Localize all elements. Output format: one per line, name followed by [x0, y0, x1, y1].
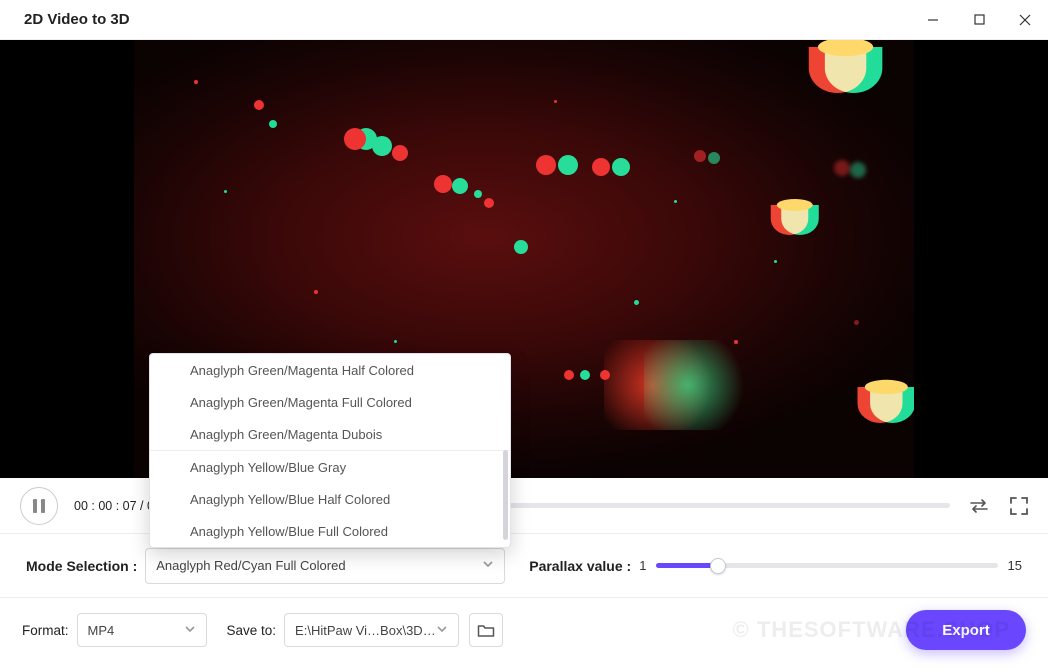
pause-button[interactable] [20, 487, 58, 525]
dropdown-scrollbar[interactable] [503, 450, 508, 540]
export-bar: Format: MP4 Save to: E:\HitPaw Vi…Box\3D… [0, 598, 1048, 662]
parallax-max: 15 [1008, 558, 1022, 573]
maximize-icon [974, 14, 985, 25]
minimize-icon [927, 14, 939, 26]
parallax-slider[interactable] [656, 563, 997, 568]
parallax-min: 1 [639, 558, 646, 573]
window-title: 2D Video to 3D [24, 11, 130, 28]
chevron-down-icon [436, 623, 448, 638]
fullscreen-button[interactable] [1008, 495, 1030, 517]
mode-option[interactable]: Anaglyph Green/Magenta Half Colored [150, 354, 510, 386]
maximize-button[interactable] [956, 0, 1002, 40]
mode-option[interactable]: Anaglyph Green/Magenta Dubois [150, 418, 510, 450]
title-bar: 2D Video to 3D [0, 0, 1048, 40]
slider-thumb[interactable] [710, 558, 726, 574]
folder-icon [477, 623, 495, 638]
app-window: 2D Video to 3D [0, 0, 1048, 669]
chevron-down-icon [184, 623, 196, 638]
format-label: Format: [22, 623, 69, 638]
close-button[interactable] [1002, 0, 1048, 40]
mode-option[interactable]: Anaglyph Yellow/Blue Full Colored [150, 515, 510, 547]
mode-dropdown-popup: Anaglyph Green/Magenta Half Colored Anag… [149, 353, 511, 548]
window-controls [910, 0, 1048, 40]
fullscreen-icon [1010, 497, 1028, 515]
open-folder-button[interactable] [469, 613, 503, 647]
parallax-label: Parallax value : [529, 558, 631, 574]
saveto-select[interactable]: E:\HitPaw Vi…Box\3D Video [284, 613, 459, 647]
compare-button[interactable] [968, 495, 990, 517]
export-button[interactable]: Export [906, 610, 1026, 650]
mode-label: Mode Selection : [26, 558, 137, 574]
swap-icon [969, 499, 989, 513]
mode-select[interactable]: Anaglyph Red/Cyan Full Colored [145, 548, 505, 584]
chevron-down-icon [482, 558, 494, 573]
saveto-label: Save to: [227, 623, 277, 638]
mode-option[interactable]: Anaglyph Green/Magenta Full Colored [150, 386, 510, 418]
export-button-label: Export [942, 622, 990, 639]
playback-right-icons [968, 495, 1030, 517]
format-value: MP4 [88, 623, 115, 638]
mode-option[interactable]: Anaglyph Yellow/Blue Half Colored [150, 483, 510, 515]
pause-icon [33, 499, 45, 513]
close-icon [1019, 14, 1031, 26]
saveto-value: E:\HitPaw Vi…Box\3D Video [295, 623, 436, 638]
mode-select-value: Anaglyph Red/Cyan Full Colored [156, 558, 345, 573]
format-select[interactable]: MP4 [77, 613, 207, 647]
mode-option[interactable]: Anaglyph Yellow/Blue Gray [150, 451, 510, 483]
minimize-button[interactable] [910, 0, 956, 40]
